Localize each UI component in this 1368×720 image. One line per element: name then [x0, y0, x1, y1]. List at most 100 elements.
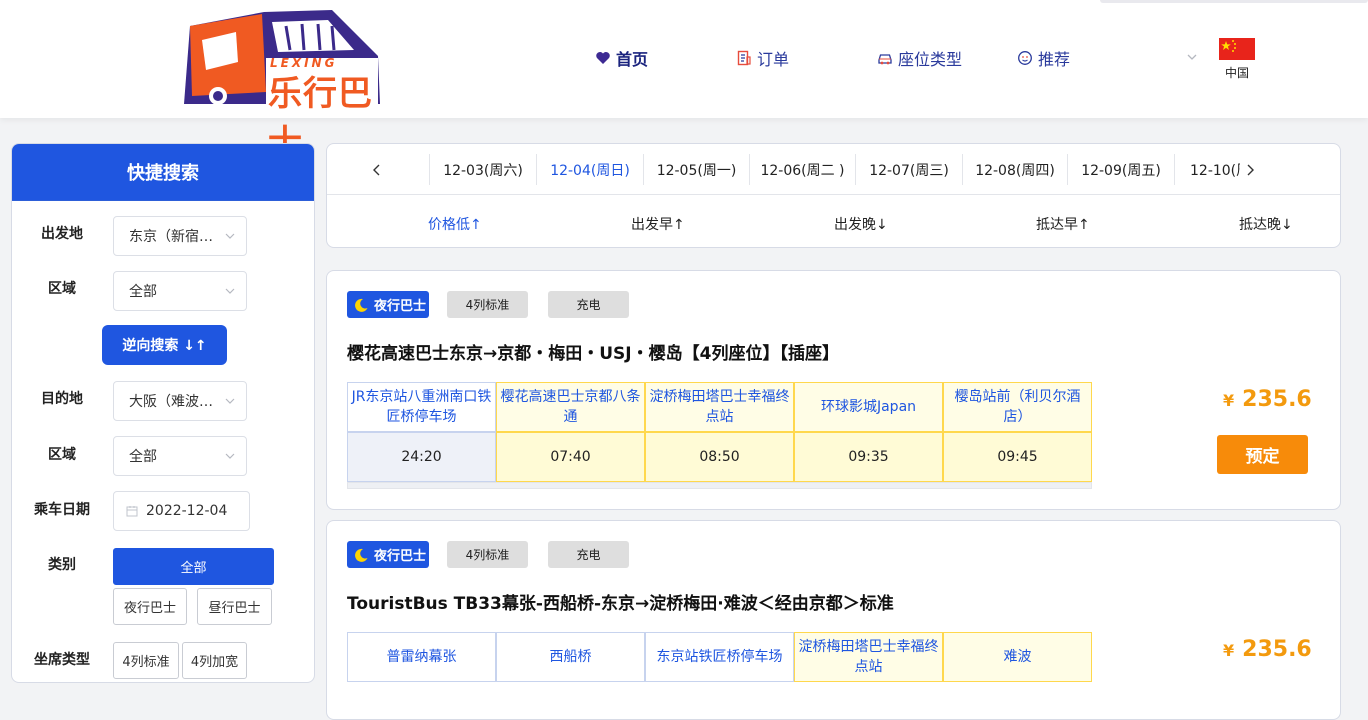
- nav-seat-types[interactable]: 座位类型: [876, 47, 962, 69]
- destination-area-select[interactable]: 全部: [113, 436, 247, 476]
- nav-orders[interactable]: 订单: [735, 47, 789, 69]
- date-label: 乘车日期: [34, 502, 90, 518]
- chevron-down-icon: [225, 288, 235, 294]
- nav-recommend[interactable]: 推荐: [1016, 47, 1070, 69]
- stop-column: 东京站铁匠桥停车场: [645, 632, 794, 682]
- departure-area-select[interactable]: 全部: [113, 271, 247, 311]
- category-all-option[interactable]: 全部: [113, 548, 274, 585]
- price: ¥ 235.6: [1223, 637, 1312, 662]
- stop-name: 东京站铁匠桥停车场: [645, 632, 794, 682]
- night-bus-badge: 夜行巴士: [347, 541, 429, 568]
- destination-area-label: 区域: [48, 447, 76, 463]
- date-tab-active[interactable]: 12-04(周日): [536, 154, 643, 185]
- date-picker[interactable]: 2022-12-04: [113, 491, 250, 531]
- header-decoration: [1100, 0, 1368, 3]
- departure-select[interactable]: 东京（新宿…: [113, 216, 247, 256]
- stop-column: 淀桥梅田塔巴士幸福终点站: [794, 632, 943, 682]
- chevron-down-icon: [225, 233, 235, 239]
- seat-type-wide-option[interactable]: 4列加宽: [182, 642, 247, 679]
- stop-name: 淀桥梅田塔巴士幸福终点站: [645, 382, 794, 432]
- date-tabs: 12-03(周六) 12-04(周日) 12-05(周一) 12-06(周二 )…: [327, 144, 1340, 195]
- departure-area-label: 区域: [48, 281, 76, 297]
- stop-name: 淀桥梅田塔巴士幸福终点站: [794, 632, 943, 682]
- date-tab[interactable]: 12-09(周五): [1067, 154, 1174, 185]
- price-value: 235.6: [1242, 637, 1312, 662]
- departure-label: 出发地: [41, 226, 83, 242]
- price: ¥ 235.6: [1223, 387, 1312, 412]
- seat-type-standard-option[interactable]: 4列标准: [113, 642, 179, 679]
- quick-search-panel: 快捷搜索 出发地 东京（新宿… 区域 全部 逆向搜索 ↓↑ 目的地 大阪（难波……: [11, 143, 315, 683]
- date-tab[interactable]: 12-10(周: [1174, 154, 1244, 185]
- date-tab[interactable]: 12-07(周三): [855, 154, 962, 185]
- language-label[interactable]: 中国: [1219, 64, 1255, 81]
- category-night-option[interactable]: 夜行巴士: [113, 588, 187, 625]
- stop-column: 环球影城Japan 09:35: [794, 382, 943, 482]
- route-title[interactable]: 樱花高速巴士东京→京都・梅田・USJ・樱岛【4列座位】【插座】: [347, 339, 839, 364]
- sort-arrive-late[interactable]: 抵达晚↓: [1239, 214, 1293, 234]
- date-tab[interactable]: 12-05(周一): [643, 154, 749, 185]
- stop-column: 普雷纳幕张: [347, 632, 496, 682]
- date-sort-panel: 12-03(周六) 12-04(周日) 12-05(周一) 12-06(周二 )…: [326, 143, 1341, 248]
- seat-badge: 4列标准: [447, 541, 528, 568]
- date-tab[interactable]: 12-06(周二 ): [749, 154, 855, 185]
- nav-recommend-label: 推荐: [1038, 50, 1071, 69]
- top-header: LEXING 乐行巴士 首页 订单 座位类型 推荐 中国: [0, 0, 1368, 163]
- sort-price-low[interactable]: 价格低↑: [428, 214, 482, 234]
- reverse-search-button[interactable]: 逆向搜索 ↓↑: [102, 325, 227, 365]
- smile-icon: [1016, 49, 1034, 67]
- stop-name: 樱岛站前（利贝尔酒店）: [943, 382, 1092, 432]
- stops-scrollbar[interactable]: [347, 482, 1092, 489]
- departure-area-value: 全部: [129, 284, 157, 300]
- sort-arrive-early[interactable]: 抵达早↑: [1036, 214, 1090, 234]
- seat-type-label: 坐席类型: [34, 652, 90, 668]
- night-bus-label: 夜行巴士: [374, 549, 427, 564]
- chevron-right-icon[interactable]: [1240, 160, 1260, 180]
- stop-name: 普雷纳幕张: [347, 632, 496, 682]
- stop-name: 西船桥: [496, 632, 645, 682]
- chevron-down-icon[interactable]: [1185, 50, 1199, 64]
- chevron-down-icon: [225, 453, 235, 459]
- date-tab[interactable]: 12-08(周四): [962, 154, 1067, 185]
- china-flag-icon[interactable]: [1219, 38, 1255, 60]
- category-day-option[interactable]: 昼行巴士: [197, 588, 272, 625]
- charging-badge: 充电: [548, 541, 629, 568]
- heart-icon: [594, 49, 612, 67]
- stop-time: 09:35: [794, 432, 943, 482]
- chevron-left-icon[interactable]: [367, 160, 387, 180]
- nav-home-label: 首页: [616, 50, 649, 69]
- destination-label: 目的地: [41, 391, 83, 407]
- stop-name: 樱花高速巴士京都八条通: [496, 382, 645, 432]
- seat-badge: 4列标准: [447, 291, 528, 318]
- stop-time: 08:50: [645, 432, 794, 482]
- book-button[interactable]: 预定: [1217, 435, 1308, 474]
- stop-time: 09:45: [943, 432, 1092, 482]
- sort-depart-late[interactable]: 出发晚↓: [834, 214, 888, 234]
- stop-time: 07:40: [496, 432, 645, 482]
- stop-name: JR东京站八重洲南口铁匠桥停车场: [347, 382, 496, 432]
- night-bus-label: 夜行巴士: [374, 299, 427, 314]
- stop-column: 樱花高速巴士京都八条通 07:40: [496, 382, 645, 482]
- calendar-icon: [126, 506, 138, 517]
- car-icon: [876, 49, 894, 67]
- stop-column: 淀桥梅田塔巴士幸福终点站 08:50: [645, 382, 794, 482]
- moon-icon: [355, 298, 368, 312]
- departure-value: 东京（新宿…: [129, 229, 213, 245]
- destination-area-value: 全部: [129, 449, 157, 465]
- result-card: 夜行巴士 4列标准 充电 TouristBus TB33幕张-西船桥-东京→淀桥…: [326, 520, 1341, 720]
- lexing-logo[interactable]: LEXING 乐行巴士: [182, 6, 382, 163]
- route-title[interactable]: TouristBus TB33幕张-西船桥-东京→淀桥梅田·难波＜经由京都＞标准: [347, 589, 894, 614]
- price-currency: ¥: [1223, 641, 1235, 660]
- price-currency: ¥: [1223, 391, 1235, 410]
- quick-search-title: 快捷搜索: [12, 144, 314, 201]
- moon-icon: [355, 548, 368, 562]
- stop-time: 24:20: [347, 432, 496, 482]
- nav-home[interactable]: 首页: [594, 47, 648, 69]
- stop-name: 环球影城Japan: [794, 382, 943, 432]
- chevron-down-icon: [225, 398, 235, 404]
- destination-select[interactable]: 大阪（难波…: [113, 381, 247, 421]
- category-label: 类别: [48, 557, 76, 573]
- stop-column: 樱岛站前（利贝尔酒店） 09:45: [943, 382, 1092, 482]
- date-tab[interactable]: 12-03(周六): [429, 154, 536, 185]
- sort-depart-early[interactable]: 出发早↑: [631, 214, 685, 234]
- stop-column: 难波: [943, 632, 1092, 682]
